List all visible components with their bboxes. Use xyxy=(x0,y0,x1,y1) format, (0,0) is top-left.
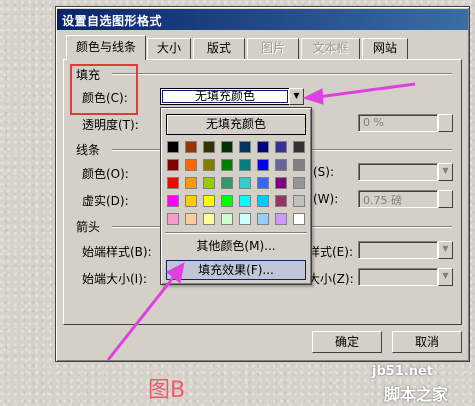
color-swatch[interactable] xyxy=(239,213,251,225)
line-section-label: 线条 xyxy=(76,143,101,157)
tab-textbox[interactable]: 文本框 xyxy=(301,38,360,59)
color-picker-popup: 无填充颜色 其他颜色(M)... 填充效果(F)... xyxy=(160,107,312,285)
color-swatch[interactable] xyxy=(275,141,287,153)
color-swatch[interactable] xyxy=(203,159,215,171)
color-swatch[interactable] xyxy=(185,213,197,225)
fill-color-dropdown-button[interactable]: ▼ xyxy=(289,88,304,105)
watermark-name: 脚本之家 xyxy=(384,385,449,404)
color-swatch[interactable] xyxy=(257,141,269,153)
color-swatch[interactable] xyxy=(167,195,179,207)
color-swatch[interactable] xyxy=(203,213,215,225)
color-swatch[interactable] xyxy=(275,213,287,225)
color-swatch[interactable] xyxy=(293,195,305,207)
tab-picture[interactable]: 图片 xyxy=(247,38,299,59)
fill-color-dropdown[interactable]: 无填充颜色 xyxy=(160,88,290,105)
color-swatch[interactable] xyxy=(185,177,197,189)
line-color-label: 颜色(O): xyxy=(82,167,129,181)
color-swatch[interactable] xyxy=(293,213,305,225)
transparency-field[interactable]: 0 % xyxy=(358,114,438,132)
color-swatch[interactable] xyxy=(167,213,179,225)
ok-button[interactable]: 确定 xyxy=(312,331,382,353)
highlight-box xyxy=(70,64,138,115)
begin-size-label: 始端大小(I): xyxy=(82,272,147,286)
color-swatch[interactable] xyxy=(203,195,215,207)
cancel-button[interactable]: 取消 xyxy=(392,331,462,353)
color-swatch[interactable] xyxy=(257,177,269,189)
more-colors-button[interactable]: 其他颜色(M)... xyxy=(166,237,306,257)
tab-layout[interactable]: 版式 xyxy=(193,38,245,59)
end-style-label: 样式(E): xyxy=(308,245,353,259)
color-swatch[interactable] xyxy=(167,159,179,171)
color-swatch[interactable] xyxy=(293,177,305,189)
chevron-down-icon: ▼ xyxy=(442,166,449,175)
color-swatch[interactable] xyxy=(275,177,287,189)
fill-color-value: 无填充颜色 xyxy=(194,89,255,103)
color-swatch[interactable] xyxy=(239,141,251,153)
end-style-dropdown-button[interactable]: ▼ xyxy=(438,241,453,259)
fill-effects-button[interactable]: 填充效果(F)... xyxy=(166,260,306,280)
watermark-site: jb51.net xyxy=(372,364,434,379)
arrows-section-label: 箭头 xyxy=(76,220,101,234)
chevron-down-icon: ▼ xyxy=(293,91,300,100)
color-swatch[interactable] xyxy=(221,159,233,171)
color-swatch[interactable] xyxy=(275,195,287,207)
line-weight-field[interactable]: 0.75 磅 xyxy=(358,190,438,208)
color-swatch[interactable] xyxy=(221,141,233,153)
line-weight-label: (W): xyxy=(313,192,339,206)
color-swatch[interactable] xyxy=(185,159,197,171)
line-style-dropdown[interactable] xyxy=(358,163,438,181)
color-swatch[interactable] xyxy=(185,195,197,207)
line-dash-label: 虚实(D): xyxy=(82,194,129,208)
tab-size[interactable]: 大小 xyxy=(147,38,191,59)
color-swatch[interactable] xyxy=(203,141,215,153)
color-swatch[interactable] xyxy=(239,159,251,171)
color-swatch[interactable] xyxy=(257,195,269,207)
color-swatch[interactable] xyxy=(167,177,179,189)
tab-colors-lines[interactable]: 颜色与线条 xyxy=(66,35,146,60)
color-palette xyxy=(167,141,307,231)
figure-caption: 图B xyxy=(148,378,186,403)
color-swatch[interactable] xyxy=(221,177,233,189)
end-size-dropdown-button[interactable]: ▼ xyxy=(438,268,453,286)
end-style-dropdown[interactable] xyxy=(358,241,438,259)
line-style-label: (S): xyxy=(313,165,335,179)
color-swatch[interactable] xyxy=(257,159,269,171)
transparency-label: 透明度(T): xyxy=(82,118,139,132)
end-size-label: 大小(Z): xyxy=(308,272,354,286)
begin-style-label: 始端样式(B): xyxy=(82,245,152,259)
color-swatch[interactable] xyxy=(275,159,287,171)
color-swatch[interactable] xyxy=(293,159,305,171)
color-swatch[interactable] xyxy=(167,141,179,153)
color-swatch[interactable] xyxy=(239,177,251,189)
tab-web[interactable]: 网站 xyxy=(362,38,408,59)
line-style-dropdown-button[interactable]: ▼ xyxy=(438,163,453,181)
line-weight-spinner[interactable] xyxy=(438,190,453,208)
color-swatch[interactable] xyxy=(221,195,233,207)
color-swatch[interactable] xyxy=(239,195,251,207)
fill-divider xyxy=(112,73,452,75)
end-size-dropdown[interactable] xyxy=(358,268,438,286)
transparency-spinner[interactable] xyxy=(438,114,453,132)
chevron-down-icon: ▼ xyxy=(442,244,449,253)
dialog-title: 设置自选图形格式 xyxy=(62,14,163,28)
color-swatch[interactable] xyxy=(257,213,269,225)
chevron-down-icon: ▼ xyxy=(442,271,449,280)
color-swatch[interactable] xyxy=(293,141,305,153)
popup-divider xyxy=(165,232,307,234)
color-swatch[interactable] xyxy=(221,213,233,225)
color-swatch[interactable] xyxy=(185,141,197,153)
no-fill-button[interactable]: 无填充颜色 xyxy=(166,114,306,135)
color-swatch[interactable] xyxy=(203,177,215,189)
